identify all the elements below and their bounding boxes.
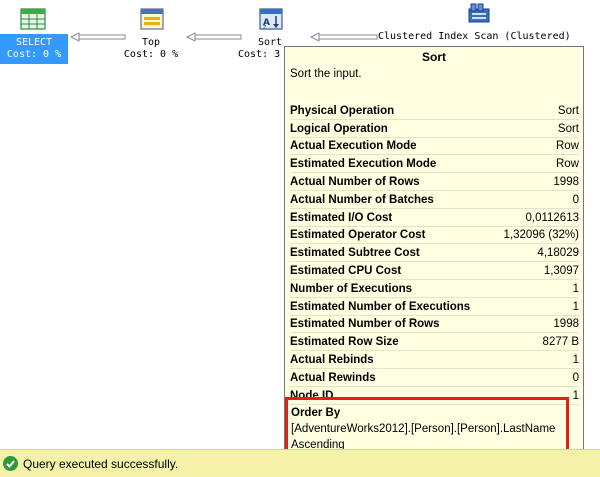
top-node-name: Top [141,37,161,48]
sort-icon: A Z [259,8,283,34]
property-value: 1998 [553,318,579,331]
property-label: Estimated Number of Executions [290,300,471,313]
property-row: Estimated Execution Mode Row [290,155,579,174]
property-value: 1 [572,389,579,402]
svg-text:Z: Z [263,25,267,30]
sort-node-cost: Cost: 3 [238,49,281,60]
property-label: Actual Number of Rows [290,175,420,188]
property-label: Logical Operation [290,122,388,135]
plan-node-top[interactable]: Top Cost: 0 % [118,0,184,64]
plan-node-select[interactable]: SELECT Cost: 0 % [0,0,68,64]
property-label: Physical Operation [290,104,395,117]
property-value: 0 [572,193,579,206]
status-bar: Query executed successfully. [0,449,600,477]
tooltip-title: Sort [422,50,446,64]
order-by-heading: Order By [291,407,341,419]
property-value: 8277 B [542,336,579,349]
property-label: Actual Rebinds [290,353,374,366]
property-label: Estimated CPU Cost [290,264,402,277]
property-label: Actual Number of Batches [290,193,434,206]
select-icon [20,8,46,34]
property-row: Estimated Subtree Cost 4,18029 [290,244,579,263]
property-label: Estimated Operator Cost [290,229,426,242]
property-row: Actual Number of Batches 0 [290,191,579,209]
property-value: 4,18029 [537,247,579,260]
property-row: Estimated Number of Executions 1 [290,298,579,316]
property-value: Row [555,158,579,171]
property-value: Row [555,140,579,153]
top-icon [140,8,164,34]
sort-node-name: Sort [258,37,283,48]
property-value: 1998 [553,175,579,188]
property-row: Actual Rebinds 1 [290,351,579,369]
property-value: Sort [557,122,579,135]
property-value: 1 [572,300,579,313]
success-check-icon [3,456,18,471]
property-row: Estimated Number of Rows 1998 [290,316,579,334]
property-row: Actual Number of Rows 1998 [290,173,579,191]
property-label: Estimated Execution Mode [290,158,437,171]
data-flow-arrow [310,32,378,42]
tooltip-description: Sort the input. [290,68,362,80]
property-value: 1 [572,353,579,366]
order-by-column: [AdventureWorks2012].[Person].[Person].L… [291,423,556,435]
property-label: Number of Executions [290,282,413,295]
operator-tooltip: Sort Sort the input. Physical Operation S… [284,46,584,466]
tooltip-properties: Physical Operation Sort Logical Operation… [290,102,579,405]
property-value: Sort [557,104,579,117]
property-row: Estimated CPU Cost 1,3097 [290,262,579,280]
property-row: Estimated I/O Cost 0,0112613 [290,209,579,227]
data-flow-arrow [186,32,242,42]
property-label: Actual Execution Mode [290,140,417,153]
property-value: 0 [572,371,579,384]
property-row: Logical Operation Sort [290,120,579,138]
property-row: Estimated Row Size 8277 B [290,333,579,352]
property-row: Actual Execution Mode Row [290,138,579,156]
property-row: Estimated Operator Cost 1,32096 (32%) [290,227,579,245]
property-value: 1,32096 (32%) [503,229,579,242]
status-message: Query executed successfully. [23,456,179,471]
scan-node-name: Clustered Index Scan (Clustered) [378,31,571,42]
property-row: Physical Operation Sort [290,102,579,120]
top-node-cost: Cost: 0 % [123,49,179,60]
property-row: Actual Rewinds 0 [290,369,579,387]
property-label: Actual Rewinds [290,371,376,384]
property-row: Number of Executions 1 [290,280,579,298]
property-value: 1 [572,282,579,295]
property-value: 1,3097 [543,264,579,277]
clustered-index-scan-icon [468,2,490,28]
select-node-cost: Cost: 0 % [6,49,62,60]
plan-node-sort[interactable]: A Z Sort Cost: 3 [238,0,288,64]
selected-node-highlight: SELECT Cost: 0 % [0,34,68,64]
property-label: Estimated I/O Cost [290,211,393,224]
plan-node-clustered-index-scan[interactable]: Clustered Index Scan (Clustered) [378,0,600,44]
property-value: 0,0112613 [525,211,579,224]
property-label: Estimated Row Size [290,336,399,349]
select-node-name: SELECT [15,37,53,48]
property-label: Estimated Subtree Cost [290,247,420,260]
property-label: Estimated Number of Rows [290,318,440,331]
